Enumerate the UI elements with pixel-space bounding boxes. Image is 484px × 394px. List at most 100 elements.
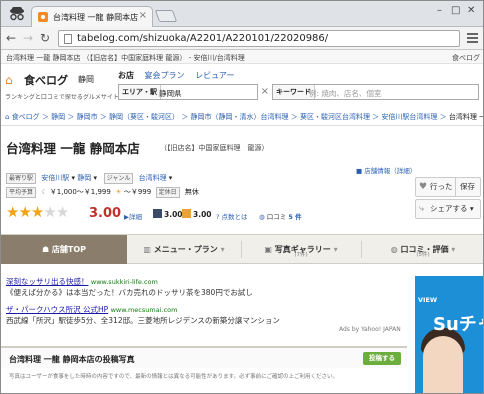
sun-icon: [182, 209, 191, 218]
navigation-bar: ← → ↻ tabelog.com/shizuoka/A2201/A220101…: [1, 27, 483, 50]
logo-name: 食べログ: [24, 74, 68, 87]
moon-icon: [153, 209, 162, 218]
tab-store-top[interactable]: ☗ 店舗TOP: [1, 235, 127, 264]
top-strip: 台湾料理 一龍 静岡本店 （【旧店名】中国家庭料理 龍源） - 安倍川/台湾料理…: [1, 50, 483, 64]
review-count: (5件): [416, 252, 430, 258]
visited-button[interactable]: ♥ 行った 保存: [415, 177, 481, 197]
restaurant-old-name: （【旧店名】中国家庭料理 龍源）: [160, 144, 269, 152]
points-about-link[interactable]: ? 点数とは: [216, 211, 248, 221]
breadcrumb-item[interactable]: 静岡市（静岡・清水）台湾料理: [191, 113, 289, 121]
rating-score: 3.00: [89, 206, 122, 221]
incognito-icon: [10, 7, 24, 21]
logo-area: 静岡: [78, 75, 94, 84]
tab-reviews[interactable]: ◍ 口コミ・評価 ▾ (5件): [361, 235, 483, 264]
ad-title[interactable]: ザ・パークハウス所沢 公式HP: [6, 305, 108, 314]
breadcrumb-item[interactable]: 静岡: [51, 113, 65, 121]
logo-tagline: ランキングと口コミで探せるグルメサイト: [5, 94, 119, 101]
top-strip-text: 台湾料理 一龍 静岡本店 （【旧店名】中国家庭料理 龍源） - 安倍川/台湾料理: [6, 54, 245, 62]
photos-title: 台湾料理 一龍 静岡本店の投稿写真: [9, 355, 135, 364]
breadcrumb-item[interactable]: 食べログ: [12, 113, 40, 121]
rating-stars: ★★★★★: [6, 203, 70, 221]
tabelog-favicon-icon: [38, 12, 48, 22]
nearest-station-tag: 最寄り駅: [6, 173, 37, 184]
restaurant-name: 台湾料理 一龍 静岡本店: [6, 141, 140, 156]
search-tab-shops[interactable]: お店: [118, 71, 134, 80]
area-search-field[interactable]: エリア・駅 静岡県 ×: [118, 84, 269, 100]
breadcrumb-item[interactable]: 静岡市: [77, 113, 98, 121]
breadcrumb-item[interactable]: 安倍川駅台湾料理: [381, 113, 437, 121]
photo-count: (7件): [294, 252, 308, 258]
search-tab-reviewers[interactable]: レビュアー: [195, 71, 234, 80]
top-strip-link[interactable]: 食べログ: [452, 53, 480, 63]
tab-title: 台湾料理 一龍 静岡本店: [53, 13, 139, 22]
browser-window: 台湾料理 一龍 静岡本店 × – □ ✕ ← → ↻ tabelog.com/s…: [0, 0, 484, 394]
comment-icon: ◍: [259, 213, 265, 221]
heart-icon: ♥: [419, 182, 428, 192]
keyword-placeholder: 例: 焼肉、店名、個室: [309, 89, 382, 98]
tabelog-logo-icon: ⌂: [5, 73, 13, 87]
breadcrumb-current: 台湾料理 一龍 静岡本店: [448, 113, 483, 121]
home-icon: ⌂: [5, 113, 10, 121]
nearest-area[interactable]: 静岡: [77, 174, 91, 182]
ad-url[interactable]: www.mecsumai.com: [111, 306, 178, 314]
share-icon: ⤷: [419, 204, 425, 214]
forward-icon[interactable]: →: [23, 31, 33, 45]
keyword-search-field[interactable]: キーワード 例: 焼肉、店名、個室: [272, 84, 479, 100]
browser-tab[interactable]: 台湾料理 一龍 静岡本店 ×: [31, 6, 153, 27]
lunch-icon: ☀: [115, 188, 122, 196]
reviews-count[interactable]: ◍ 口コミ 5 件: [259, 211, 302, 221]
holiday-value: 無休: [184, 188, 199, 196]
share-button[interactable]: ⤷ シェアする ▾: [415, 199, 481, 219]
maximize-icon[interactable]: □: [451, 5, 460, 16]
menu-icon[interactable]: [467, 33, 478, 45]
site-logo[interactable]: ⌂ 食べログ 静岡 ランキングと口コミで探せるグルメサイト: [5, 72, 119, 104]
budget-lunch: ￥1,000～￥1,999: [49, 188, 111, 196]
ad-banner[interactable]: VIEW Suチャポ: [415, 276, 483, 393]
genre-tag: ジャンル: [103, 173, 134, 184]
breadcrumb-item[interactable]: 葵区・駿河区台湾料理: [300, 113, 370, 121]
breadcrumb-item[interactable]: 静岡（葵区・駿河区）: [109, 113, 179, 121]
nearest-station[interactable]: 安倍川駅: [41, 174, 69, 182]
close-window-icon[interactable]: ✕: [467, 5, 475, 16]
area-label: エリア・駅: [119, 85, 161, 99]
new-tab-button[interactable]: [154, 10, 178, 22]
ad-item[interactable]: 深刻なッサリ出る快感！ www.sukkiri-life.com 《便えば分かる…: [6, 276, 253, 298]
save-label[interactable]: 保存: [455, 178, 475, 196]
tab-menu[interactable]: ▥ メニュー・プラン ▾: [127, 235, 241, 264]
search-tabs: お店 宴会プラン レビュアー: [118, 70, 242, 81]
area-value: 静岡県: [159, 89, 182, 98]
url-text: tabelog.com/shizuoka/A2201/A220101/22020…: [77, 33, 329, 44]
breadcrumb: ⌂ 食べログ ＞ 静岡 ＞ 静岡市 ＞ 静岡（葵区・駿河区） ＞ 静岡市（静岡・…: [5, 112, 483, 122]
banner-text: Suチャポ: [433, 314, 483, 335]
ads-by-label: Ads by Yahoo! JAPAN: [339, 326, 401, 333]
lunch-score: 3.00: [182, 209, 212, 219]
rating-detail-link[interactable]: ▶詳細: [124, 211, 142, 221]
genre-value[interactable]: 台湾料理: [139, 174, 167, 182]
close-tab-icon[interactable]: ×: [139, 10, 147, 21]
ad-item[interactable]: ザ・パークハウス所沢 公式HP www.mecsumai.com 西武線「所沢」…: [6, 304, 280, 326]
clear-icon[interactable]: ×: [261, 86, 269, 97]
star-icon: ★: [55, 203, 70, 221]
ad-title[interactable]: 深刻なッサリ出る快感！: [6, 277, 89, 286]
ad-desc: 《便えば分かる》は本当だった！バカ売れのドッサリ茶を380円でお試し: [6, 288, 253, 297]
star-icon: ★: [43, 203, 57, 221]
address-bar[interactable]: tabelog.com/shizuoka/A2201/A220101/22020…: [58, 30, 460, 47]
ad-url[interactable]: www.sukkiri-life.com: [91, 278, 158, 286]
tab-photos[interactable]: ▣ 写真ギャラリー ▾ (7件): [241, 235, 361, 264]
divider: [1, 125, 483, 126]
page-icon: [64, 34, 72, 44]
restaurant-icon: ☗: [41, 245, 50, 254]
budget-tag: 平均予算: [6, 187, 37, 198]
page-content: 台湾料理 一龍 静岡本店 （【旧店名】中国家庭料理 龍源） - 安倍川/台湾料理…: [1, 50, 483, 393]
book-icon: ▥: [143, 245, 151, 254]
minimize-icon[interactable]: –: [437, 5, 442, 16]
post-photo-button[interactable]: 投稿する: [363, 352, 401, 365]
store-info-link[interactable]: ■ 店舗情報（詳細）: [356, 165, 416, 175]
photos-note: 写真はユーザーが食事をした時時の内容ですので、最新の情報とは異なる可能性がありま…: [9, 374, 339, 380]
reload-icon[interactable]: ↻: [40, 31, 50, 45]
back-icon[interactable]: ←: [6, 31, 16, 45]
ad-desc: 西武線「所沢」駅徒歩5分、全312邸。三菱地所レジデンスの新築分譲マンション: [6, 316, 280, 325]
detail-tabs: ☗ 店舗TOP ▥ メニュー・プラン ▾ ▣ 写真ギャラリー ▾ (7件) ◍ …: [1, 234, 483, 264]
tab-strip: 台湾料理 一龍 静岡本店 × – □ ✕: [1, 1, 483, 27]
search-tab-plans[interactable]: 宴会プラン: [145, 71, 185, 80]
